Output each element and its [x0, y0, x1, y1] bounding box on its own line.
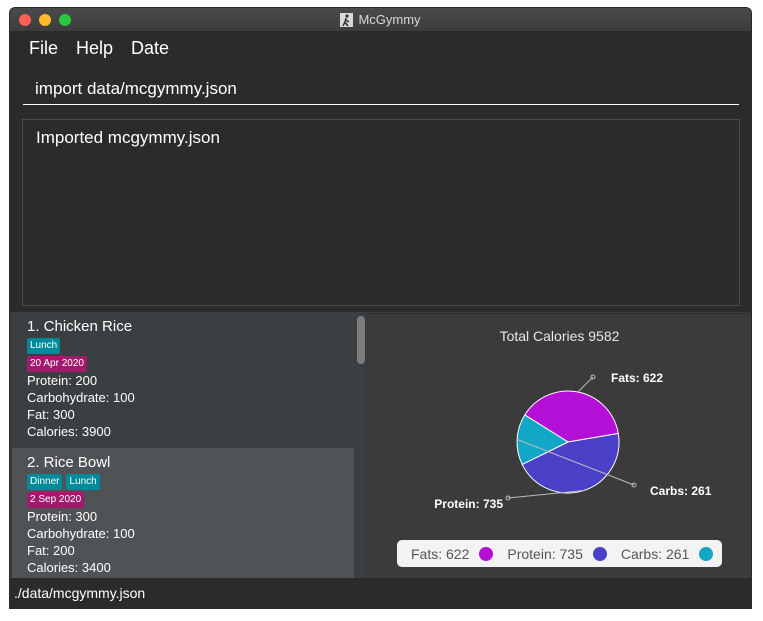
- food-card[interactable]: 2. Rice Bowl Dinner Lunch 2 Sep 2020 Pro…: [12, 448, 354, 578]
- menu-date[interactable]: Date: [122, 38, 178, 59]
- date-tag: 20 Apr 2020: [27, 356, 87, 372]
- menu-bar: File Help Date: [10, 32, 751, 64]
- fat-field: Fat: 200: [27, 543, 75, 558]
- food-card[interactable]: 1. Chicken Rice Lunch 20 Apr 2020 Protei…: [12, 312, 354, 448]
- app-logo-icon: [340, 12, 354, 27]
- carbohydrate-field: Carbohydrate: 100: [27, 526, 135, 541]
- legend-item-fats: Fats: 622: [411, 545, 494, 562]
- legend-item-carbs: Carbs: 261: [620, 545, 714, 562]
- command-input[interactable]: [23, 73, 739, 105]
- list-scrollbar-thumb[interactable]: [357, 316, 365, 364]
- status-file-path: ./data/mcgymmy.json: [14, 585, 146, 601]
- fat-field: Fat: 300: [27, 407, 75, 422]
- carbohydrate-field: Carbohydrate: 100: [27, 390, 135, 405]
- result-box: Imported mcgymmy.json: [22, 119, 740, 306]
- callout-line-fats: [577, 376, 594, 393]
- food-list[interactable]: 1. Chicken Rice Lunch 20 Apr 2020 Protei…: [12, 312, 365, 578]
- meal-tag: Lunch: [66, 474, 100, 490]
- food-title: 1. Chicken Rice: [27, 318, 133, 335]
- tag-list: Dinner Lunch: [27, 474, 354, 490]
- date-row: 20 Apr 2020: [27, 356, 354, 372]
- legend-item-protein: Protein: 735: [507, 546, 607, 562]
- meal-tag: Lunch: [27, 338, 61, 354]
- window-title: McGymmy: [358, 12, 421, 27]
- callout-line-protein: [507, 490, 584, 499]
- pie-label-carbs: Carbs: 261: [650, 484, 712, 498]
- pie-label-fats: Fats: 622: [611, 371, 663, 385]
- date-row: 2 Sep 2020: [27, 492, 354, 508]
- status-bar: ./data/mcgymmy.json: [10, 578, 751, 608]
- calories-field: Calories: 3400: [27, 560, 111, 575]
- result-text: Imported mcgymmy.json: [36, 128, 220, 147]
- calories-field: Calories: 3900: [27, 424, 111, 439]
- menu-file[interactable]: File: [10, 38, 67, 59]
- meal-tag: Dinner: [27, 474, 63, 490]
- protein-field: Protein: 300: [27, 509, 98, 524]
- food-title: 2. Rice Bowl: [27, 454, 111, 471]
- result-display: Imported mcgymmy.json: [10, 116, 751, 312]
- legend-dot-carbs: [699, 546, 714, 561]
- tag-list: Lunch: [27, 338, 354, 354]
- legend-label-fats: Fats: 622: [411, 545, 470, 562]
- pie-chart: Fats: 622 Protein: 735 Carbs: 261: [434, 371, 712, 511]
- chart-frame: Total Calories 9582 Fats: 622 Protein: 73…: [369, 313, 750, 578]
- app-window: McGymmy File Help Date Imported mcgymmy.…: [10, 8, 751, 608]
- legend-dot-protein: [592, 546, 607, 561]
- pie-label-protein: Protein: 735: [434, 497, 503, 511]
- command-box: [10, 64, 751, 116]
- chart-legend: Fats: 622 Protein: 735 Carbs: 261: [397, 540, 722, 567]
- title-bar: McGymmy: [10, 8, 751, 32]
- protein-field: Protein: 200: [27, 373, 98, 388]
- legend-dot-fats: [479, 546, 494, 561]
- legend-label-protein: Protein: 735: [507, 545, 583, 562]
- date-tag: 2 Sep 2020: [27, 492, 85, 508]
- legend-label-carbs: Carbs: 261: [620, 545, 690, 562]
- calorie-chart-panel: Total Calories 9582 Fats: 622 Protein: 73…: [368, 312, 751, 578]
- menu-help[interactable]: Help: [67, 38, 122, 59]
